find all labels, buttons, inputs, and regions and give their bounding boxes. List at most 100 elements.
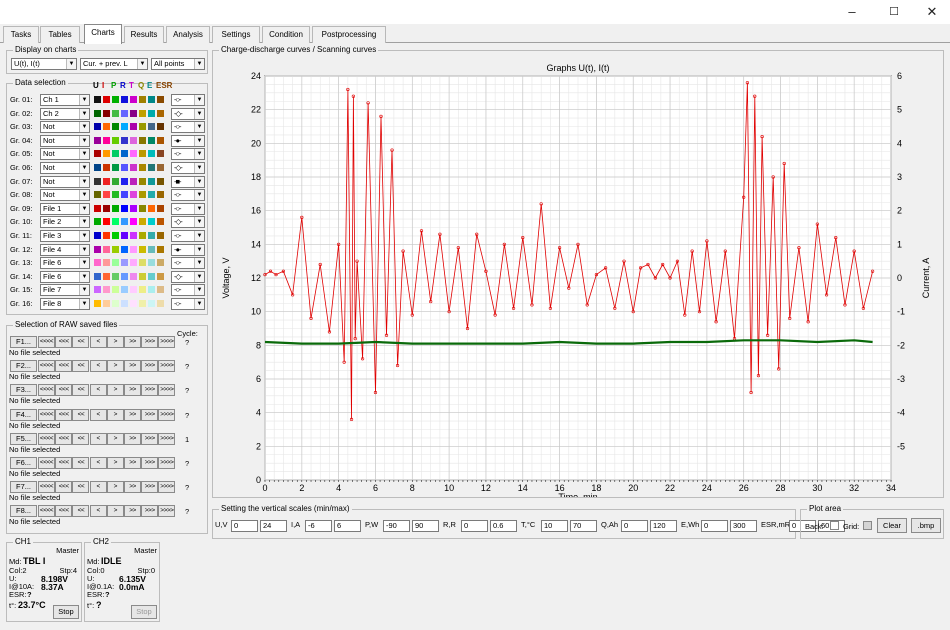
maximize-icon[interactable]: ☐ (874, 2, 914, 22)
color-swatch-u[interactable] (94, 177, 101, 185)
color-swatch-r[interactable] (121, 272, 128, 280)
tab-postprocessing[interactable]: Postprocessing (312, 26, 386, 43)
back-color-swatch[interactable] (830, 521, 839, 530)
color-swatch-i[interactable] (103, 232, 110, 239)
color-swatch-q[interactable] (139, 191, 146, 199)
color-swatch-u[interactable] (94, 96, 101, 103)
raw-nav-button[interactable]: < (89, 408, 107, 421)
raw-nav-button[interactable]: < (89, 384, 107, 397)
color-swatch-u[interactable] (94, 232, 101, 239)
color-swatch-i[interactable] (103, 191, 110, 199)
raw-nav-button[interactable]: > (106, 457, 124, 469)
raw-nav-button[interactable]: >> (124, 384, 141, 397)
raw-nav-button[interactable]: << (72, 432, 90, 445)
color-swatch-esr[interactable] (157, 204, 164, 212)
color-swatch-p[interactable] (112, 191, 119, 199)
color-swatch-p[interactable] (112, 109, 119, 117)
raw-nav-button[interactable]: >>> (141, 336, 159, 348)
color-swatch-e[interactable] (148, 272, 155, 280)
color-swatch-p[interactable] (112, 218, 119, 226)
color-swatch-q[interactable] (139, 123, 146, 131)
data-row-source-select[interactable]: File 6 ▼ (40, 270, 90, 283)
tab-tables[interactable]: Tables (40, 26, 80, 43)
color-swatch-r[interactable] (121, 136, 128, 144)
marker-style-select[interactable]: -■- ▼ (171, 175, 205, 188)
raw-nav-button[interactable]: > (106, 432, 124, 445)
raw-nav-button[interactable]: >>>> (158, 384, 176, 397)
color-swatch-r[interactable] (121, 286, 128, 294)
display-select-layers[interactable]: Cur. + prev. L ▼ (80, 58, 148, 70)
scale-max-input[interactable]: 70 (570, 520, 597, 532)
color-swatch-esr[interactable] (157, 286, 164, 294)
raw-nav-button[interactable]: >> (124, 432, 141, 445)
save-bmp-button[interactable]: .bmp (911, 518, 941, 533)
raw-nav-button[interactable]: >>>> (158, 432, 176, 445)
color-swatch-p[interactable] (112, 123, 119, 131)
color-swatch-r[interactable] (121, 150, 128, 158)
color-swatch-t[interactable] (130, 109, 137, 117)
raw-nav-button[interactable]: > (106, 408, 124, 421)
color-swatch-q[interactable] (139, 177, 146, 185)
color-swatch-r[interactable] (121, 96, 128, 103)
raw-nav-button[interactable]: << (72, 457, 90, 469)
color-swatch-u[interactable] (94, 204, 101, 212)
data-row-source-select[interactable]: Ch 1 ▼ (40, 94, 90, 106)
raw-nav-button[interactable]: << (72, 360, 90, 373)
data-row-source-select[interactable]: File 3 ▼ (40, 230, 90, 242)
color-swatch-p[interactable] (112, 259, 119, 267)
color-swatch-i[interactable] (103, 300, 110, 307)
raw-nav-button[interactable]: >> (124, 336, 141, 348)
raw-nav-button[interactable]: > (106, 481, 124, 494)
color-swatch-e[interactable] (148, 300, 155, 307)
color-swatch-t[interactable] (130, 96, 137, 103)
raw-nav-button[interactable]: << (72, 384, 90, 397)
raw-nav-button[interactable]: >> (124, 505, 141, 518)
color-swatch-r[interactable] (121, 245, 128, 253)
color-swatch-u[interactable] (94, 300, 101, 307)
data-row-source-select[interactable]: Not ▼ (40, 189, 90, 202)
raw-nav-button[interactable]: << (72, 408, 90, 421)
scale-min-input[interactable]: 0 (621, 520, 648, 532)
color-swatch-esr[interactable] (157, 272, 164, 280)
grid-color-swatch[interactable] (863, 521, 872, 530)
raw-nav-button[interactable]: >>>> (158, 408, 176, 421)
raw-nav-button[interactable]: >>> (141, 481, 159, 494)
color-swatch-i[interactable] (103, 272, 110, 280)
raw-nav-button[interactable]: >>> (141, 408, 159, 421)
raw-nav-button[interactable]: >>>> (158, 505, 176, 518)
tab-tasks[interactable]: Tasks (3, 26, 39, 43)
color-swatch-r[interactable] (121, 164, 128, 171)
color-swatch-q[interactable] (139, 259, 146, 267)
color-swatch-esr[interactable] (157, 177, 164, 185)
raw-nav-button[interactable]: >>> (141, 384, 159, 397)
marker-style-select[interactable]: -○- ▼ (171, 148, 205, 161)
color-swatch-esr[interactable] (157, 96, 164, 103)
color-swatch-p[interactable] (112, 232, 119, 239)
raw-nav-button[interactable]: < (89, 481, 107, 494)
color-swatch-q[interactable] (139, 204, 146, 212)
marker-style-select[interactable]: -◇- ▼ (171, 162, 205, 174)
scale-min-input[interactable]: 0 (701, 520, 728, 532)
color-swatch-p[interactable] (112, 150, 119, 158)
marker-style-select[interactable]: -◇- ▼ (171, 107, 205, 120)
data-row-source-select[interactable]: File 4 ▼ (40, 243, 90, 256)
scale-min-input[interactable]: 0 (231, 520, 258, 532)
color-swatch-u[interactable] (94, 136, 101, 144)
color-swatch-e[interactable] (148, 259, 155, 267)
color-swatch-i[interactable] (103, 123, 110, 131)
raw-nav-button[interactable]: >> (124, 408, 141, 421)
color-swatch-t[interactable] (130, 259, 137, 267)
color-swatch-r[interactable] (121, 204, 128, 212)
marker-style-select[interactable]: -○- ▼ (171, 121, 205, 134)
color-swatch-i[interactable] (103, 109, 110, 117)
color-swatch-q[interactable] (139, 96, 146, 103)
scale-min-input[interactable]: -6 (305, 520, 332, 532)
close-icon[interactable]: ✕ (912, 2, 950, 22)
color-swatch-i[interactable] (103, 96, 110, 103)
marker-style-select[interactable]: -○- ▼ (171, 230, 205, 242)
color-swatch-i[interactable] (103, 204, 110, 212)
clear-button[interactable]: Clear (877, 518, 907, 533)
color-swatch-u[interactable] (94, 164, 101, 171)
marker-style-select[interactable]: -◇- ▼ (171, 270, 205, 283)
raw-nav-button[interactable]: >>> (141, 505, 159, 518)
